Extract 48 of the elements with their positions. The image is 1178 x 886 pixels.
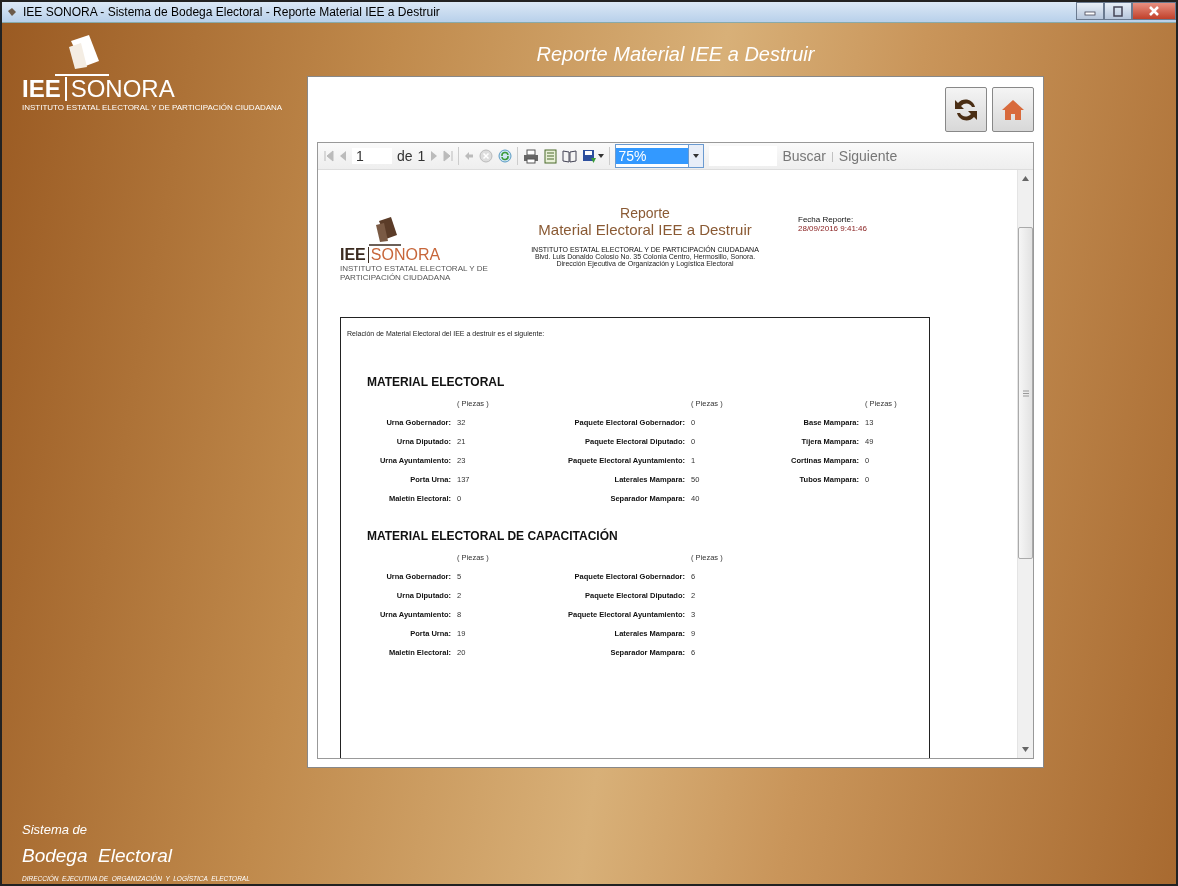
next-link[interactable]: Siguiente — [838, 148, 898, 164]
page-count: 1 — [417, 148, 426, 164]
toolbar-separator: | — [830, 150, 834, 162]
grip-icon — [1022, 389, 1029, 397]
caret-icon — [598, 154, 605, 158]
date-label: Fecha Reporte: — [798, 215, 855, 224]
report-title: Reporte — [620, 205, 670, 221]
last-page-icon[interactable] — [443, 150, 454, 162]
page-of-label: de — [397, 148, 413, 164]
logo-wordmark: SONORA — [370, 247, 441, 263]
zoom-dropdown[interactable]: 75% — [615, 144, 705, 168]
section-heading: MATERIAL ELECTORAL — [367, 374, 506, 389]
footer-title: Bodega Electoral — [22, 845, 174, 867]
logo-tagline: INSTITUTO ESTATAL ELECTORAL Y DE PARTICIPACIÓN CIUDADANA — [340, 265, 489, 283]
page-title: Reporte Material IEE a Destruir — [535, 42, 816, 67]
minimize-button[interactable] — [1076, 2, 1104, 20]
window-title: IEE SONORA - Sistema de Bodega Electoral - Reporte Material IEE a Destruir — [23, 5, 440, 19]
restore-icon — [1112, 5, 1124, 17]
find-link[interactable]: Buscar — [782, 148, 826, 164]
vertical-scrollbar[interactable] — [1017, 170, 1033, 758]
app-icon — [6, 6, 18, 18]
logo-wordmark: SONORA — [70, 77, 175, 101]
stop-icon[interactable] — [479, 149, 494, 163]
page-number-field[interactable]: 1 — [352, 148, 392, 164]
scroll-down-icon[interactable] — [1022, 747, 1029, 752]
section-heading: MATERIAL ELECTORAL DE CAPACITACIÓN — [367, 528, 619, 543]
previous-page-icon[interactable] — [339, 150, 347, 162]
logo-tagline: INSTITUTO ESTATAL ELECTORAL Y DE PARTICIPACIÓN CIUDADANA — [22, 103, 283, 112]
scroll-up-icon[interactable] — [1022, 176, 1029, 181]
close-button[interactable] — [1132, 2, 1176, 20]
close-icon — [1148, 5, 1160, 17]
report-subtitle: Material Electoral IEE a Destruir — [538, 221, 752, 238]
date-value: 28/09/2016 9:41:46 — [798, 224, 867, 233]
refresh-button[interactable] — [945, 87, 987, 132]
page-setup-icon[interactable] — [562, 149, 578, 163]
logo-wordmark: IEE — [340, 247, 366, 263]
caret-icon — [693, 154, 700, 158]
back-arrow-icon[interactable] — [464, 151, 475, 161]
home-button[interactable] — [992, 87, 1034, 132]
first-page-icon[interactable] — [324, 150, 334, 162]
next-page-icon[interactable] — [430, 150, 439, 162]
restore-button[interactable] — [1104, 2, 1132, 20]
logo-wordmark: IEE — [22, 77, 61, 101]
footer-text: Sistema de — [22, 822, 89, 837]
print-icon[interactable] — [523, 148, 540, 164]
home-icon — [1001, 98, 1025, 121]
export-button[interactable] — [582, 148, 605, 164]
refresh-icon[interactable] — [498, 149, 513, 163]
